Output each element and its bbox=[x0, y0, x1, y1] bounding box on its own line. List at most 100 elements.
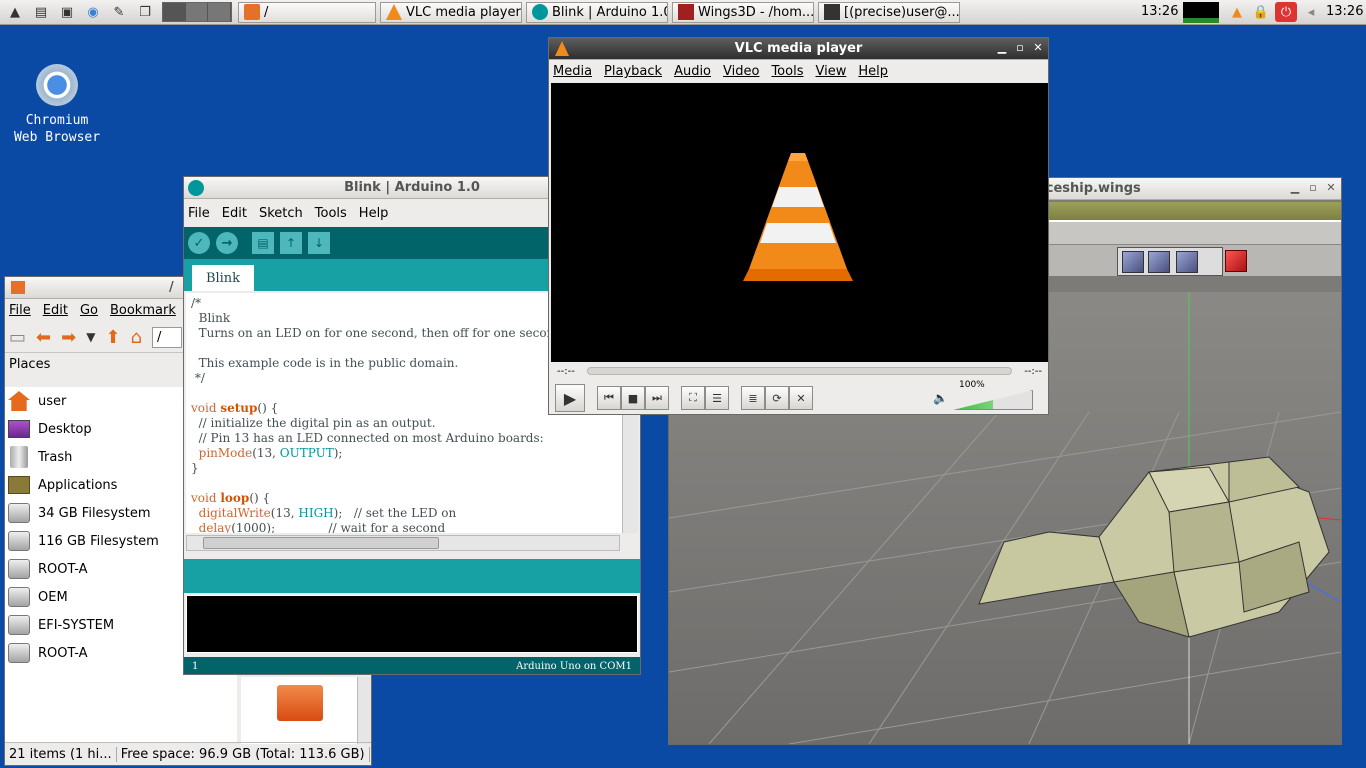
close-icon[interactable]: ✕ bbox=[1325, 181, 1337, 194]
task-files[interactable]: / bbox=[238, 1, 376, 23]
minimize-icon[interactable]: ▁ bbox=[1289, 181, 1301, 194]
folder-title-icon bbox=[11, 281, 25, 294]
file-manager-launcher-icon[interactable]: ▤ bbox=[30, 2, 52, 22]
extended-settings-button[interactable]: ☰ bbox=[705, 386, 729, 410]
menu-go[interactable]: Go bbox=[80, 303, 98, 318]
total-time: --:-- bbox=[1024, 365, 1042, 377]
loop-button[interactable]: ⟳ bbox=[765, 386, 789, 410]
clock-secondary[interactable]: 13:26 bbox=[1326, 4, 1363, 19]
menu-audio[interactable]: Audio bbox=[674, 64, 711, 79]
play-button[interactable]: ▶ bbox=[555, 384, 585, 412]
arduino-message-area bbox=[184, 559, 640, 593]
minimize-icon[interactable]: ▁ bbox=[996, 41, 1008, 54]
menu-bookmarks[interactable]: Bookmark bbox=[110, 303, 176, 318]
applications-icon bbox=[8, 476, 30, 494]
new-tab-icon[interactable]: ▭ bbox=[9, 327, 26, 348]
menu-video[interactable]: Video bbox=[723, 64, 759, 79]
trash-icon bbox=[10, 446, 28, 468]
menu-edit[interactable]: Edit bbox=[43, 303, 68, 318]
selection-mode-group bbox=[1117, 247, 1223, 276]
task-wings[interactable]: Wings3D - /hom... bbox=[672, 1, 814, 23]
seek-slider[interactable] bbox=[586, 367, 1013, 375]
playlist-button[interactable]: ≣ bbox=[741, 386, 765, 410]
power-icon[interactable]: ⏻ bbox=[1275, 2, 1297, 22]
volume-tray-icon[interactable]: ◂ bbox=[1300, 2, 1322, 22]
drive-icon bbox=[8, 587, 30, 607]
menu-tools[interactable]: Tools bbox=[771, 64, 803, 79]
menu-view[interactable]: View bbox=[815, 64, 846, 79]
status-free-space: Free space: 96.9 GB (Total: 113.6 GB) bbox=[117, 746, 370, 762]
vlc-titlebar[interactable]: VLC media player ▁ ▫ ✕ bbox=[549, 38, 1048, 60]
close-icon[interactable]: ✕ bbox=[1032, 41, 1044, 54]
previous-button[interactable]: ⏮ bbox=[597, 386, 621, 410]
arduino-title-icon bbox=[188, 180, 204, 196]
workspace-pager[interactable] bbox=[162, 2, 232, 22]
window-title: VLC media player bbox=[734, 41, 863, 56]
arduino-statusbar: 1 Arduino Uno on COM1 bbox=[184, 657, 640, 674]
folder-icon[interactable] bbox=[277, 685, 323, 721]
desktop-icon-label-1: Chromium bbox=[25, 113, 89, 128]
vlc-video-area[interactable] bbox=[551, 83, 1048, 362]
menu-file[interactable]: File bbox=[9, 303, 31, 318]
task-terminal[interactable]: [(precise)user@... bbox=[818, 1, 960, 23]
desktop-chromium-shortcut[interactable]: Chromium Web Browser bbox=[8, 64, 106, 146]
speaker-icon[interactable]: 🔈 bbox=[933, 391, 948, 405]
object-mode-icon[interactable] bbox=[1225, 250, 1247, 272]
back-arrow-icon[interactable]: ⬅ bbox=[36, 327, 51, 348]
menu-tools[interactable]: Tools bbox=[315, 206, 347, 221]
volume-slider[interactable]: 100% bbox=[953, 380, 1033, 410]
elapsed-time: --:-- bbox=[557, 365, 575, 377]
task-vlc[interactable]: VLC media player bbox=[380, 1, 522, 23]
maximize-icon[interactable]: ▫ bbox=[1307, 181, 1319, 194]
home-icon[interactable]: ⌂ bbox=[131, 327, 142, 348]
drive-icon bbox=[8, 531, 30, 551]
open-sketch-icon[interactable]: ↑ bbox=[280, 232, 302, 254]
desktop-icon bbox=[8, 420, 30, 438]
menu-help[interactable]: Help bbox=[858, 64, 888, 79]
path-field[interactable]: / bbox=[151, 326, 182, 348]
stop-button[interactable]: ■ bbox=[621, 386, 645, 410]
terminal-launcher-icon[interactable]: ▣ bbox=[56, 2, 78, 22]
start-menu-icon[interactable]: ▲ bbox=[4, 2, 26, 22]
forward-arrow-icon[interactable]: ➡ bbox=[61, 327, 76, 348]
chromium-launcher-icon[interactable]: ◉ bbox=[82, 2, 104, 22]
shuffle-button[interactable]: ✕ bbox=[789, 386, 813, 410]
maximize-icon[interactable]: ▫ bbox=[1014, 41, 1026, 54]
task-arduino[interactable]: Blink | Arduino 1.0 bbox=[526, 1, 668, 23]
lock-icon[interactable]: 🔒 bbox=[1250, 2, 1272, 22]
menu-sketch[interactable]: Sketch bbox=[259, 206, 303, 221]
spaceship-model bbox=[978, 456, 1330, 638]
home-folder-icon bbox=[8, 391, 30, 411]
cpu-monitor bbox=[1183, 2, 1219, 23]
clock-primary[interactable]: 13:26 bbox=[1141, 4, 1178, 19]
vlc-tray-icon[interactable]: ▲ bbox=[1226, 2, 1248, 22]
tab-blink[interactable]: Blink bbox=[192, 265, 254, 291]
vlc-cone-logo bbox=[743, 153, 853, 281]
history-dropdown-icon[interactable]: ▼ bbox=[86, 330, 95, 344]
show-desktop-icon[interactable]: ❐ bbox=[134, 2, 156, 22]
new-sketch-icon[interactable]: ▤ bbox=[252, 232, 274, 254]
next-button[interactable]: ⏭ bbox=[645, 386, 669, 410]
edge-mode-icon[interactable] bbox=[1148, 251, 1170, 273]
window-title: / bbox=[169, 280, 174, 295]
file-list-vscroll[interactable] bbox=[357, 677, 371, 744]
folder-icon bbox=[244, 4, 260, 20]
hscroll-thumb[interactable] bbox=[203, 537, 439, 549]
menu-file[interactable]: File bbox=[188, 206, 210, 221]
menu-help[interactable]: Help bbox=[359, 206, 389, 221]
upload-icon[interactable]: → bbox=[216, 232, 238, 254]
save-sketch-icon[interactable]: ↓ bbox=[308, 232, 330, 254]
verify-icon[interactable]: ✓ bbox=[188, 232, 210, 254]
up-arrow-icon[interactable]: ⬆ bbox=[105, 327, 120, 348]
menu-playback[interactable]: Playback bbox=[604, 64, 662, 79]
menu-media[interactable]: Media bbox=[553, 64, 592, 79]
arduino-console[interactable] bbox=[186, 595, 638, 653]
board-port: Arduino Uno on COM1 bbox=[516, 660, 632, 672]
menu-edit[interactable]: Edit bbox=[222, 206, 247, 221]
face-mode-icon[interactable] bbox=[1176, 251, 1198, 273]
text-editor-launcher-icon[interactable]: ✎ bbox=[108, 2, 130, 22]
vertex-mode-icon[interactable] bbox=[1122, 251, 1144, 273]
fullscreen-button[interactable]: ⛶ bbox=[681, 386, 705, 410]
editor-hscroll[interactable] bbox=[186, 535, 620, 551]
chromium-icon bbox=[36, 64, 78, 106]
